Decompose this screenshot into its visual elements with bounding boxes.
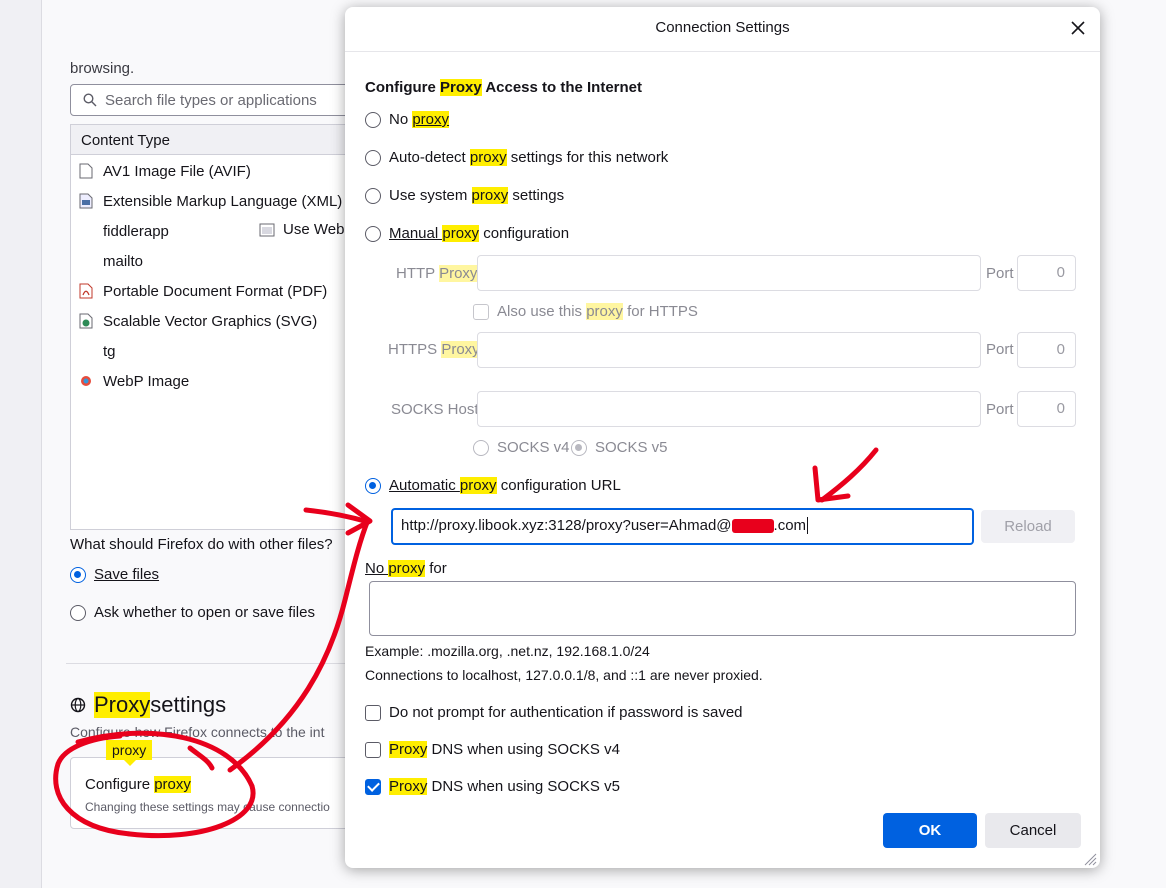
no-prompt-option[interactable]: Do not prompt for authentication if pass…: [365, 704, 743, 721]
dns-socks-v4-option[interactable]: Proxy DNS when using SOCKS v4: [365, 741, 620, 758]
configure-proxy-label: Configure proxy: [85, 776, 191, 793]
auto-detect-radio[interactable]: [365, 149, 381, 166]
redaction-mark: [731, 519, 774, 534]
auto-detect-option[interactable]: Auto-detect proxy settings for this netw…: [365, 149, 668, 166]
no-proxy-radio[interactable]: [365, 111, 381, 128]
connection-settings-dialog: Connection Settings Configure Proxy Acce…: [345, 7, 1100, 868]
ask-files-radio[interactable]: [70, 604, 86, 621]
socks-host-input[interactable]: [477, 391, 981, 427]
https-proxy-input[interactable]: [477, 332, 981, 368]
close-icon[interactable]: [1067, 17, 1089, 39]
socks-v4-radio[interactable]: [473, 439, 489, 456]
also-https-checkbox[interactable]: [473, 303, 489, 320]
https-port-input[interactable]: 0: [1017, 332, 1076, 368]
use-web-action[interactable]: Use Web: [259, 221, 344, 238]
no-proxy-for-textarea[interactable]: [369, 581, 1076, 636]
https-port-label: Port: [986, 341, 1014, 358]
automatic-proxy-option[interactable]: Automatic proxy configuration URL: [365, 477, 621, 494]
table-row[interactable]: Scalable Vector Graphics (SVG): [79, 306, 317, 336]
system-proxy-option[interactable]: Use system proxy settings: [365, 187, 564, 204]
search-placeholder: Search file types or applications: [105, 92, 317, 109]
http-port-label: Port: [986, 265, 1014, 282]
pdf-icon: [79, 283, 93, 299]
cancel-button[interactable]: Cancel: [985, 813, 1081, 848]
socks-host-label: SOCKS Host: [391, 401, 479, 418]
table-row[interactable]: WebP Image: [79, 366, 189, 396]
socks-port-label: Port: [986, 401, 1014, 418]
pac-url-input[interactable]: http://proxy.libook.xyz:3128/proxy?user=…: [391, 508, 974, 545]
table-row[interactable]: fiddlerapp: [79, 216, 169, 246]
configure-proxy-warning: Changing these settings may cause connec…: [85, 800, 330, 814]
proxy-description: Configure how Firefox connects to the in…: [70, 724, 325, 740]
table-row[interactable]: mailto: [79, 246, 143, 276]
section-heading: Configure Proxy Access to the Internet: [365, 79, 643, 96]
also-https-option[interactable]: Also use this proxy for HTTPS: [473, 303, 698, 320]
globe-icon: [70, 697, 86, 713]
dialog-title: Connection Settings: [655, 19, 790, 36]
no-proxy-for-label: No proxy for: [365, 560, 447, 577]
localhost-note: Connections to localhost, 127.0.0.1/8, a…: [365, 667, 763, 683]
automatic-proxy-radio[interactable]: [365, 477, 381, 494]
xml-icon: [79, 193, 93, 209]
http-port-input[interactable]: 0: [1017, 255, 1076, 291]
table-row[interactable]: tg: [79, 336, 116, 366]
save-files-option[interactable]: Save files: [70, 566, 159, 583]
save-files-radio[interactable]: [70, 566, 86, 583]
svg-icon: [79, 313, 93, 329]
system-proxy-radio[interactable]: [365, 187, 381, 204]
configure-proxy-card[interactable]: Configure proxy Changing these settings …: [70, 757, 360, 829]
section-divider: [66, 663, 366, 664]
dns-socks-v5-checkbox[interactable]: [365, 778, 381, 795]
content-type-header[interactable]: Content Type: [71, 125, 359, 155]
webp-icon: [81, 376, 91, 386]
preferences-content: browsing. Search file types or applicati…: [42, 0, 366, 888]
search-icon: [83, 93, 97, 107]
other-files-question: What should Firefox do with other files?: [70, 536, 333, 553]
title-separator: [345, 51, 1100, 52]
file-icon: [79, 163, 93, 179]
socks-v5-radio[interactable]: [571, 439, 587, 456]
browsing-text: browsing.: [70, 60, 135, 77]
socks-port-input[interactable]: 0: [1017, 391, 1076, 427]
http-proxy-input[interactable]: [477, 255, 981, 291]
table-row[interactable]: Portable Document Format (PDF): [79, 276, 327, 306]
manual-proxy-radio[interactable]: [365, 225, 381, 242]
search-match-tag: proxy: [106, 740, 153, 766]
resize-grip-icon[interactable]: [1083, 852, 1097, 866]
proxy-settings-heading: Proxy settings: [70, 692, 226, 718]
file-types-search[interactable]: Search file types or applications: [70, 84, 360, 116]
https-proxy-label: HTTPS Proxy: [388, 341, 480, 358]
http-proxy-label: HTTP Proxy: [396, 265, 478, 282]
preferences-sidebar: [0, 0, 42, 888]
socks-v4-option[interactable]: SOCKS v4: [473, 439, 570, 456]
reload-button[interactable]: Reload: [981, 510, 1075, 543]
table-row[interactable]: AV1 Image File (AVIF): [79, 156, 251, 186]
table-row[interactable]: Extensible Markup Language (XML): [79, 186, 342, 216]
no-prompt-checkbox[interactable]: [365, 704, 381, 721]
ask-files-option[interactable]: Ask whether to open or save files: [70, 604, 315, 621]
dns-socks-v4-checkbox[interactable]: [365, 741, 381, 758]
socks-v5-option[interactable]: SOCKS v5: [571, 439, 668, 456]
ok-button[interactable]: OK: [883, 813, 977, 848]
web-app-icon: [259, 223, 275, 236]
dns-socks-v5-option[interactable]: Proxy DNS when using SOCKS v5: [365, 778, 620, 795]
manual-proxy-option[interactable]: Manual proxy configuration: [365, 225, 569, 242]
no-proxy-option[interactable]: No proxy: [365, 111, 450, 128]
content-type-table: Content Type AV1 Image File (AVIF) Exten…: [70, 124, 360, 530]
example-text: Example: .mozilla.org, .net.nz, 192.168.…: [365, 643, 650, 659]
